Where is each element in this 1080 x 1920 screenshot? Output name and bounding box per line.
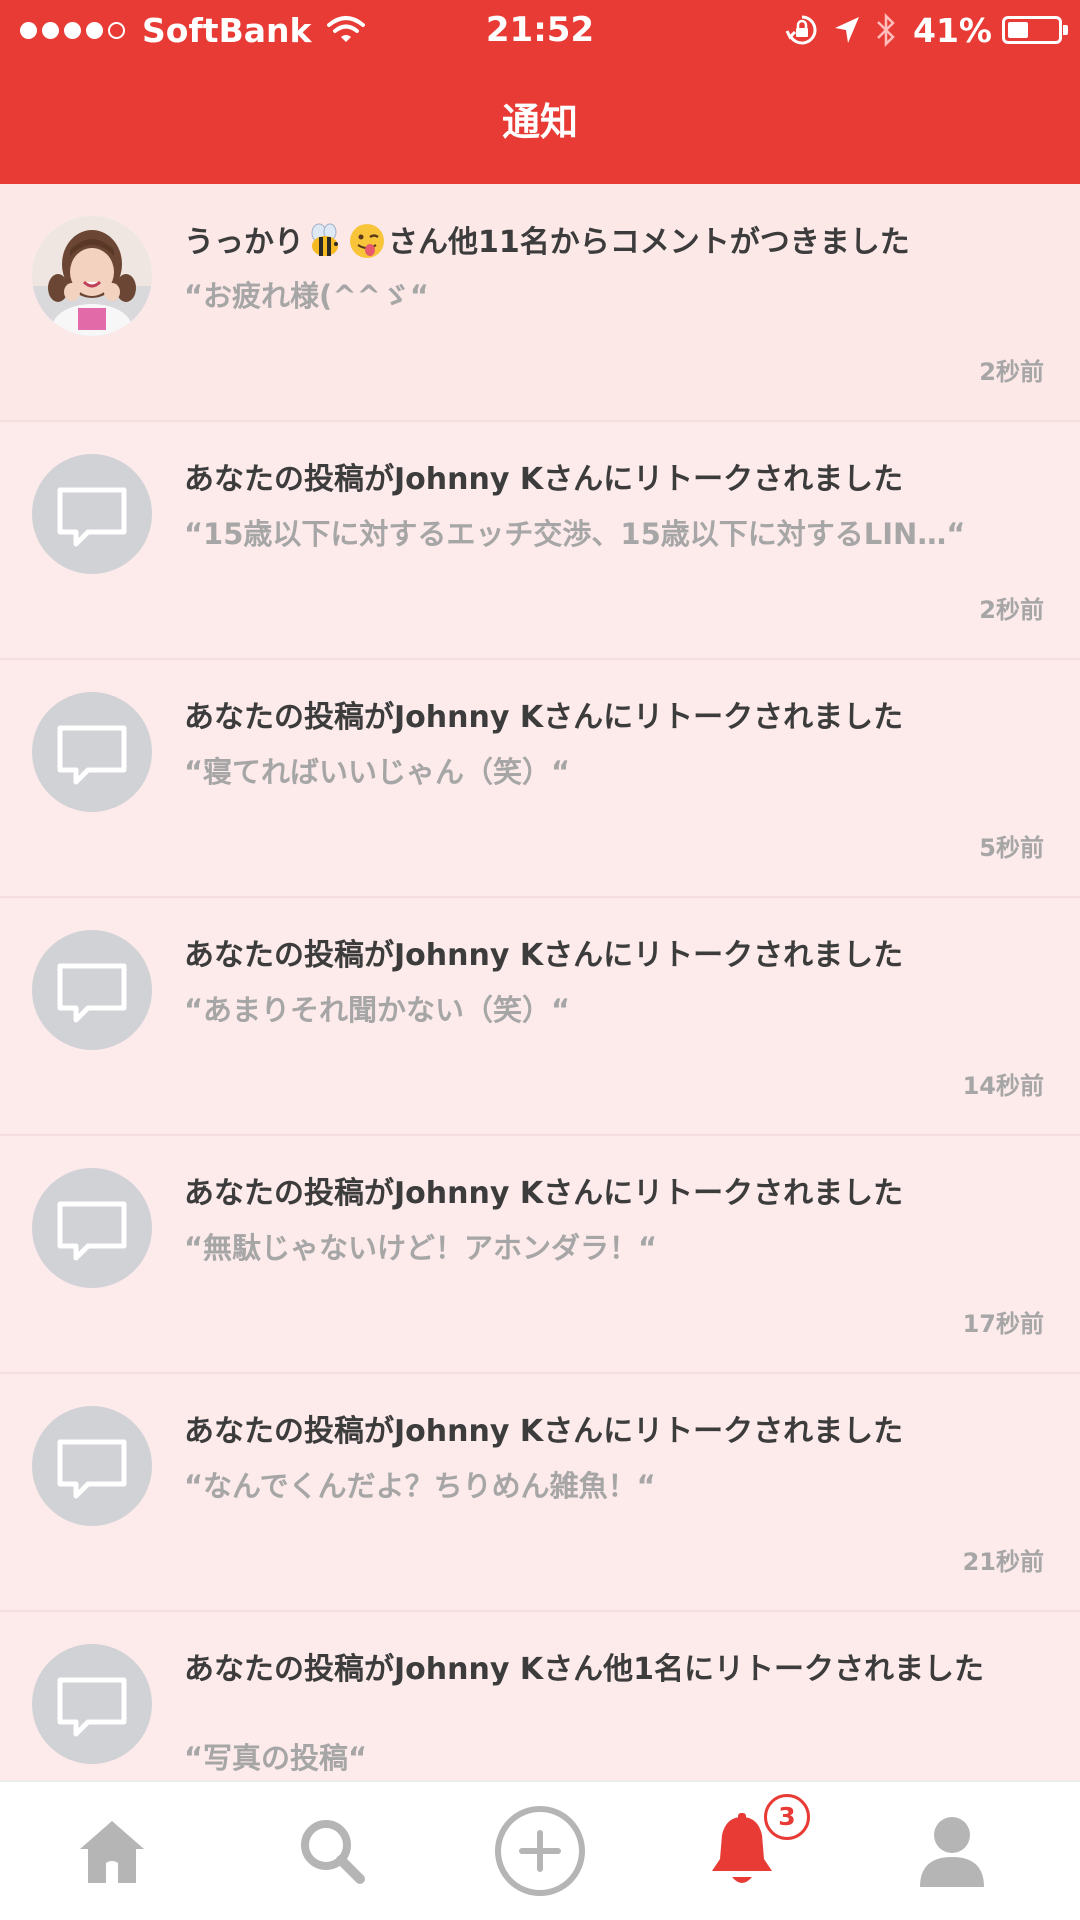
notification-quote: “あまりそれ聞かない（笑）“: [184, 993, 571, 1027]
notification-title: あなたの投稿がJohnny Kさんにリトークされました: [184, 462, 904, 497]
winking-tongue-emoji: [350, 224, 384, 258]
rotation-lock-icon: [785, 15, 817, 45]
notification-title: うっかり さん他11名からコメントがつきました: [184, 222, 1044, 263]
add-post-icon: [495, 1806, 585, 1896]
profile-icon: [920, 1817, 984, 1887]
notification-time: 17秒前: [962, 1310, 1044, 1338]
header: SoftBank 21:52 41% 通知: [0, 0, 1080, 184]
tab-search[interactable]: [224, 1782, 440, 1920]
notification-time: 2秒前: [979, 358, 1044, 386]
tab-add-post[interactable]: [432, 1782, 648, 1920]
page-title: 通知: [501, 100, 578, 144]
notification-quote: “無駄じゃないけど！アホンダラ！“: [184, 1231, 658, 1265]
notification-item[interactable]: あなたの投稿がJohnny Kさんにリトークされました “15歳以下に対するエッ…: [0, 422, 1080, 660]
tab-profile[interactable]: [844, 1782, 1060, 1920]
speech-bubble-icon: [32, 930, 152, 1050]
notification-item[interactable]: あなたの投稿がJohnny Kさん他1名にリトークされました “写真の投稿“: [0, 1612, 1080, 1780]
battery-icon: [1002, 16, 1068, 44]
notification-list[interactable]: うっかり さん他11名からコメントがつきました “お疲れ様(^^ゞ“ 2秒前 あ…: [0, 184, 1080, 1780]
notification-item[interactable]: あなたの投稿がJohnny Kさんにリトークされました “あまりそれ聞かない（笑…: [0, 898, 1080, 1136]
notification-quote: “寝てればいいじゃん（笑）“: [184, 755, 571, 789]
notification-item[interactable]: うっかり さん他11名からコメントがつきました “お疲れ様(^^ゞ“ 2秒前: [0, 184, 1080, 422]
bee-emoji: [311, 223, 338, 256]
status-right: 41%: [771, 8, 1068, 52]
notification-time: 21秒前: [962, 1548, 1044, 1576]
notification-time: 14秒前: [962, 1072, 1044, 1100]
notification-title: あなたの投稿がJohnny Kさんにリトークされました: [184, 1414, 904, 1449]
notification-time: 5秒前: [979, 834, 1044, 862]
user-avatar-photo[interactable]: [32, 216, 152, 336]
notifications-screen: SoftBank 21:52 41% 通知 うっかり さん他11名からコメントが…: [0, 0, 1080, 1920]
notification-title: あなたの投稿がJohnny Kさんにリトークされました: [184, 938, 904, 973]
notification-quote: “なんでくんだよ？ちりめん雑魚！“: [184, 1469, 656, 1503]
speech-bubble-icon: [32, 1644, 152, 1764]
tab-notifications[interactable]: 3: [634, 1782, 850, 1920]
notification-title-text: うっかり: [184, 225, 304, 260]
speech-bubble-icon: [32, 454, 152, 574]
status-bar: SoftBank 21:52 41%: [0, 0, 1080, 60]
home-icon: [80, 1821, 144, 1883]
notification-item[interactable]: あなたの投稿がJohnny Kさんにリトークされました “無駄じゃないけど！アホ…: [0, 1136, 1080, 1374]
notification-title-text: さん他11名からコメントがつきました: [388, 225, 910, 260]
notification-title: あなたの投稿がJohnny Kさん他1名にリトークされました: [184, 1652, 984, 1687]
notification-title: あなたの投稿がJohnny Kさんにリトークされました: [184, 700, 904, 735]
notification-time: 2秒前: [979, 596, 1044, 624]
tab-home[interactable]: [4, 1782, 220, 1920]
bluetooth-icon: [877, 13, 895, 47]
speech-bubble-icon: [32, 1406, 152, 1526]
notification-quote: “15歳以下に対するエッチ交渉、15歳以下に対するLIN…“: [184, 517, 966, 551]
speech-bubble-icon: [32, 692, 152, 812]
notification-quote: “お疲れ様(^^ゞ“: [184, 279, 429, 313]
tab-bar: 3: [0, 1780, 1080, 1920]
notification-quote: “写真の投稿“: [184, 1741, 368, 1775]
notification-count-badge: 3: [764, 1794, 810, 1840]
notification-item[interactable]: あなたの投稿がJohnny Kさんにリトークされました “寝てればいいじゃん（笑…: [0, 660, 1080, 898]
search-icon: [301, 1820, 365, 1884]
notification-item[interactable]: あなたの投稿がJohnny Kさんにリトークされました “なんでくんだよ？ちりめ…: [0, 1374, 1080, 1612]
notification-title: あなたの投稿がJohnny Kさんにリトークされました: [184, 1176, 904, 1211]
speech-bubble-icon: [32, 1168, 152, 1288]
location-arrow-icon: [835, 17, 859, 43]
battery-percentage: 41%: [913, 10, 992, 50]
